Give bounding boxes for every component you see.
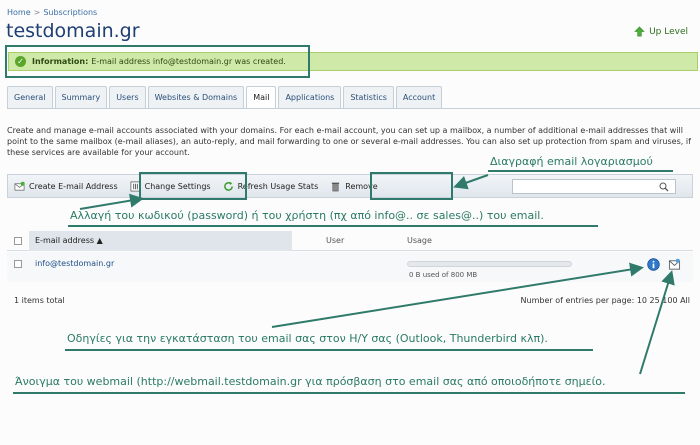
- arrow-change: [79, 193, 144, 210]
- change-settings-highlight: [139, 172, 247, 200]
- create-mail-icon: [14, 181, 25, 191]
- message-highlight: [5, 45, 310, 78]
- refresh-usage-label: Refresh Usage Stats: [237, 181, 319, 191]
- annotation-delete: Διαγραφή email λογαριασμού: [490, 155, 653, 168]
- toolbar: Create E-mail Address Change Settings Re…: [7, 174, 693, 198]
- sort-arrow-icon: ▲: [96, 236, 103, 245]
- per-page-options[interactable]: 10 25 100 All: [637, 296, 690, 305]
- header-email[interactable]: E-mail address ▲: [29, 231, 292, 251]
- remove-highlight: [370, 172, 453, 200]
- webmail-icon[interactable]: [668, 258, 681, 271]
- table-header: E-mail address ▲ User Usage: [7, 231, 693, 251]
- tab-bar: General Summary Users Websites & Domains…: [7, 86, 443, 109]
- up-level-link[interactable]: Up Level: [634, 26, 688, 37]
- select-all-checkbox[interactable]: [14, 237, 22, 245]
- breadcrumb-separator: >: [33, 8, 41, 17]
- header-user[interactable]: User: [326, 231, 344, 251]
- annotation-instructions-underline: [65, 349, 593, 351]
- annotation-webmail-underline: [13, 392, 685, 394]
- table-row: info@testdomain.gr 0 B used of 800 MB: [7, 252, 693, 282]
- usage-bar: [407, 261, 572, 267]
- annotation-webmail: Άνοιγμα του webmail (http://webmail.test…: [15, 375, 606, 388]
- up-arrow-icon: [634, 26, 645, 37]
- breadcrumb-subscriptions[interactable]: Subscriptions: [43, 8, 97, 17]
- annotation-delete-underline: [488, 170, 673, 172]
- annotation-change: Αλλαγή του κωδικού (password) ή του χρήσ…: [70, 209, 544, 222]
- header-email-label: E-mail address: [35, 236, 95, 245]
- page-title: testdomain.gr: [6, 20, 140, 42]
- breadcrumb: Home > Subscriptions: [7, 8, 97, 17]
- annotation-instructions: Οδηγίες για την εγκατάσταση του email σα…: [67, 332, 548, 345]
- tab-account[interactable]: Account: [395, 86, 443, 108]
- arrow-webmail: [639, 270, 675, 375]
- tab-mail[interactable]: Mail: [246, 86, 277, 109]
- tab-users[interactable]: Users: [109, 86, 146, 108]
- breadcrumb-home[interactable]: Home: [7, 8, 31, 17]
- search-input[interactable]: [512, 178, 676, 194]
- description-text: Create and manage e-mail accounts associ…: [7, 126, 691, 157]
- tab-general[interactable]: General: [7, 86, 53, 108]
- trash-icon: [332, 182, 340, 191]
- create-email-label: Create E-mail Address: [29, 181, 118, 191]
- annotation-change-underline: [68, 225, 598, 227]
- tab-websites-domains[interactable]: Websites & Domains: [147, 86, 245, 108]
- up-level-label: Up Level: [649, 26, 688, 37]
- per-page-label: Number of entries per page:: [520, 296, 635, 305]
- info-icon[interactable]: [647, 258, 660, 271]
- entries-per-page: Number of entries per page: 10 25 100 Al…: [521, 296, 690, 305]
- items-total: 1 items total: [14, 296, 65, 305]
- page: Home > Subscriptions testdomain.gr Up Leve…: [0, 0, 700, 445]
- tab-statistics[interactable]: Statistics: [343, 86, 394, 108]
- header-usage[interactable]: Usage: [407, 231, 432, 251]
- tab-applications[interactable]: Applications: [278, 86, 342, 108]
- tab-summary[interactable]: Summary: [54, 86, 108, 108]
- tab-divider: [7, 108, 700, 109]
- create-email-button[interactable]: Create E-mail Address: [8, 175, 124, 197]
- row-email-link[interactable]: info@testdomain.gr: [35, 259, 114, 268]
- row-checkbox[interactable]: [14, 260, 22, 268]
- row-usage-text: 0 B used of 800 MB: [409, 271, 478, 279]
- search-icon: [659, 182, 669, 191]
